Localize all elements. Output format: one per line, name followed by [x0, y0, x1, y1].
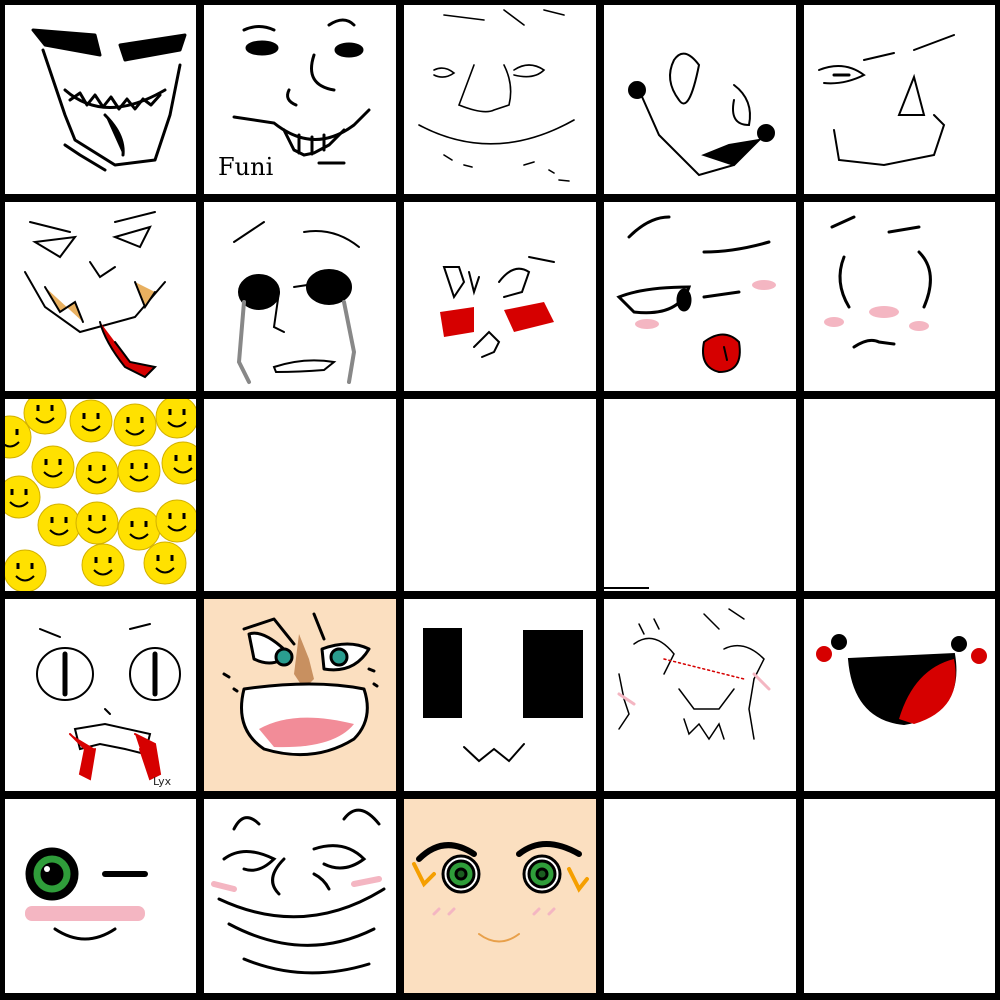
cell-r4c5: [804, 599, 995, 791]
cell-r2c3: [404, 202, 596, 391]
yellow-smiley-icon: [155, 499, 196, 543]
wide-grin-face-icon: [628, 52, 775, 177]
yellow-smiley-icon: [117, 449, 161, 493]
stray-line: [604, 587, 649, 589]
yellow-smiley-icon: [113, 403, 157, 447]
cell-r3c2: [204, 399, 396, 591]
cell-r3c1: [5, 399, 196, 591]
cell-r4c1: Lyx: [5, 599, 196, 791]
yellow-smiley-icon: [161, 441, 196, 485]
cell-r1c5: [804, 5, 995, 194]
cell-r3c5: [804, 399, 995, 591]
laughing-sharp-teeth-face-icon: [31, 28, 187, 172]
yellow-smiley-icon: [155, 399, 196, 439]
square-eye-uwu-face-icon: [423, 628, 583, 763]
cell-r2c5: [804, 202, 995, 391]
cell-r5c3: [404, 799, 596, 993]
cell-r2c1: [5, 202, 196, 391]
caption-funi: Funi: [218, 153, 274, 181]
cat-eye-fang-face-icon: [36, 623, 181, 781]
yellow-smiley-icon: [75, 451, 119, 495]
winking-blush-face-icon: [25, 847, 148, 941]
cell-r3c3: [404, 399, 596, 591]
yellow-smiley-crowd-icon: [5, 399, 196, 591]
cell-r1c3: [404, 5, 596, 194]
trollface-blush-icon: [211, 808, 386, 975]
yellow-smiley-icon: [23, 399, 67, 435]
yellow-smiley-icon: [5, 549, 47, 591]
yellow-smiley-icon: [5, 475, 41, 519]
yellow-smiley-icon: [117, 507, 161, 551]
cell-r1c2: Funi: [204, 5, 396, 194]
cell-r1c1: [5, 5, 196, 194]
cell-r5c2: [204, 799, 396, 993]
manic-grin-face-icon: [222, 612, 379, 757]
crying-face-icon: [233, 221, 360, 384]
cell-r5c5: [804, 799, 995, 993]
signature-lyx: Lyx: [153, 775, 172, 788]
cell-r1c4: [604, 5, 796, 194]
drawing-board: Funi Lyx: [0, 0, 1000, 1000]
cell-r2c2: [204, 202, 396, 391]
cell-r5c1: [5, 799, 196, 993]
cell-r4c2: [204, 599, 396, 791]
cell-r5c4: [604, 799, 796, 993]
worried-blush-face-icon: [824, 215, 932, 349]
yellow-smiley-icon: [69, 399, 113, 443]
cell-r4c3: [404, 599, 596, 791]
cell-r4c4: [604, 599, 796, 791]
angry-blush-face-icon: [440, 256, 555, 358]
yellow-smiley-icon: [75, 501, 119, 545]
yellow-smiley-icon: [37, 503, 81, 547]
tongue-out-blush-face-icon: [616, 215, 776, 374]
green-eye-blush-face-icon: [412, 841, 589, 943]
red-mouth-blush-face-icon: [816, 634, 987, 726]
skeptical-face-icon: [818, 34, 955, 167]
yellow-smiley-icon: [143, 541, 187, 585]
cell-r2c4: [604, 202, 796, 391]
yellow-smiley-icon: [31, 445, 75, 489]
cell-r3c4: [604, 399, 796, 591]
flustered-sweat-face-icon: [617, 608, 771, 741]
yellow-smiley-icon: [81, 543, 125, 587]
squinting-smile-face-icon: [418, 9, 575, 182]
evil-tongue-grin-face-icon: [24, 211, 166, 379]
